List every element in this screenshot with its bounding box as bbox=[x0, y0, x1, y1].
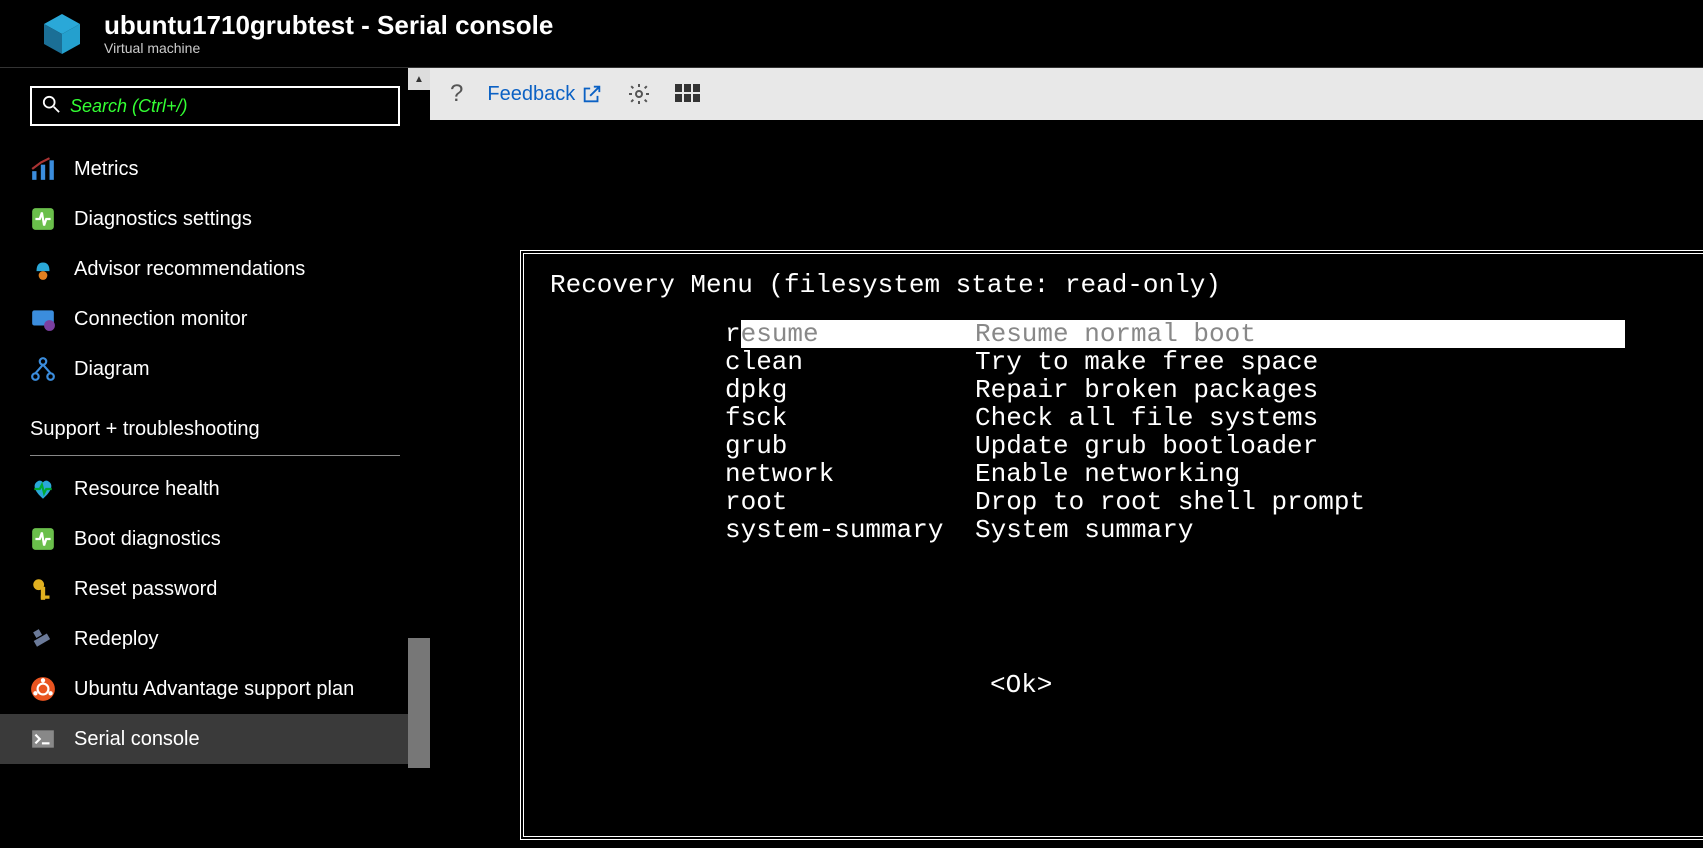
recovery-menu-title: Recovery Menu (filesystem state: read-on… bbox=[550, 270, 1221, 300]
recovery-menu-item[interactable]: resumeResume normal boot bbox=[725, 320, 1625, 348]
sidebar-item-diagnostics-settings[interactable]: Diagnostics settings bbox=[0, 194, 430, 244]
ubuntu-icon bbox=[30, 676, 56, 702]
sidebar-item-label: Reset password bbox=[74, 578, 217, 601]
menu-item-key: dpkg bbox=[725, 376, 975, 404]
recovery-menu-item[interactable]: networkEnable networking bbox=[725, 460, 1625, 488]
sidebar-item-redeploy[interactable]: Redeploy bbox=[0, 614, 430, 664]
settings-button[interactable] bbox=[627, 82, 651, 106]
sidebar-search[interactable] bbox=[30, 86, 400, 126]
sidebar-scrollbar[interactable]: ▲ bbox=[408, 68, 430, 848]
metrics-icon bbox=[30, 156, 56, 182]
recovery-menu-item[interactable]: cleanTry to make free space bbox=[725, 348, 1625, 376]
sidebar-item-label: Diagram bbox=[74, 358, 150, 381]
scroll-up-icon[interactable]: ▲ bbox=[408, 68, 430, 90]
help-button[interactable]: ? bbox=[450, 80, 463, 108]
divider bbox=[30, 455, 400, 456]
feedback-button[interactable]: Feedback bbox=[487, 83, 603, 106]
recovery-menu-item[interactable]: rootDrop to root shell prompt bbox=[725, 488, 1625, 516]
sidebar-item-label: Metrics bbox=[74, 158, 138, 181]
keyboard-icon bbox=[675, 84, 701, 104]
gear-icon bbox=[627, 82, 651, 106]
page-title: ubuntu1710grubtest - Serial console bbox=[104, 11, 553, 40]
menu-item-desc: Try to make free space bbox=[975, 348, 1625, 376]
sidebar-item-boot-diagnostics[interactable]: Boot diagnostics bbox=[0, 514, 430, 564]
menu-item-desc: Update grub bootloader bbox=[975, 432, 1625, 460]
menu-item-desc: System summary bbox=[975, 516, 1625, 544]
sidebar-item-label: Ubuntu Advantage support plan bbox=[74, 678, 354, 701]
sidebar-item-resource-health[interactable]: Resource health bbox=[0, 464, 430, 514]
menu-item-desc: Check all file systems bbox=[975, 404, 1625, 432]
feedback-label: Feedback bbox=[487, 83, 575, 106]
sidebar-item-diagram[interactable]: Diagram bbox=[0, 344, 430, 394]
menu-item-desc: Repair broken packages bbox=[975, 376, 1625, 404]
menu-item-key: system-summary bbox=[725, 516, 975, 544]
sidebar-item-advisor[interactable]: Advisor recommendations bbox=[0, 244, 430, 294]
resource-health-icon bbox=[30, 476, 56, 502]
search-input[interactable] bbox=[70, 96, 388, 117]
ok-button[interactable]: <Ok> bbox=[990, 670, 1052, 700]
diagnostics-icon bbox=[30, 206, 56, 232]
serial-console-output[interactable]: Recovery Menu (filesystem state: read-on… bbox=[430, 120, 1703, 848]
sidebar-item-label: Resource health bbox=[74, 478, 220, 501]
sidebar-item-label: Boot diagnostics bbox=[74, 528, 221, 551]
nav-list: Metrics Diagnostics settings Advisor rec… bbox=[0, 138, 430, 770]
recovery-menu-item[interactable]: dpkgRepair broken packages bbox=[725, 376, 1625, 404]
scroll-thumb[interactable] bbox=[408, 638, 430, 768]
recovery-menu-item[interactable]: system-summarySystem summary bbox=[725, 516, 1625, 544]
sidebar-item-connection-monitor[interactable]: Connection monitor bbox=[0, 294, 430, 344]
menu-item-key: fsck bbox=[725, 404, 975, 432]
terminal-icon bbox=[30, 726, 56, 752]
sidebar-item-ubuntu-advantage[interactable]: Ubuntu Advantage support plan bbox=[0, 664, 430, 714]
menu-item-desc: Resume normal boot bbox=[975, 320, 1625, 348]
diagram-icon bbox=[30, 356, 56, 382]
sidebar-item-label: Connection monitor bbox=[74, 308, 247, 331]
advisor-icon bbox=[30, 256, 56, 282]
external-link-icon bbox=[581, 83, 603, 105]
keyboard-button[interactable] bbox=[675, 84, 701, 104]
sidebar-item-metrics[interactable]: Metrics bbox=[0, 144, 430, 194]
recovery-menu-list[interactable]: resumeResume normal bootcleanTry to make… bbox=[725, 320, 1625, 544]
menu-item-desc: Enable networking bbox=[975, 460, 1625, 488]
sidebar: « Metrics Diagnost bbox=[0, 68, 430, 848]
recovery-menu-item[interactable]: fsckCheck all file systems bbox=[725, 404, 1625, 432]
main-panel: ? Feedback Recovery Menu (filesystem sta… bbox=[430, 68, 1703, 848]
sidebar-item-label: Diagnostics settings bbox=[74, 208, 252, 231]
menu-item-key: resume bbox=[725, 320, 975, 348]
menu-item-key: network bbox=[725, 460, 975, 488]
vm-cube-icon bbox=[40, 12, 84, 56]
sidebar-item-label: Serial console bbox=[74, 728, 200, 751]
menu-item-key: root bbox=[725, 488, 975, 516]
search-icon bbox=[42, 95, 70, 118]
menu-item-key: clean bbox=[725, 348, 975, 376]
page-header: ubuntu1710grubtest - Serial console Virt… bbox=[0, 0, 1703, 68]
sidebar-item-serial-console[interactable]: Serial console bbox=[0, 714, 430, 764]
sidebar-item-reset-password[interactable]: Reset password bbox=[0, 564, 430, 614]
sidebar-item-label: Advisor recommendations bbox=[74, 258, 305, 281]
sidebar-section-title: Support + troubleshooting bbox=[0, 394, 430, 449]
redeploy-icon bbox=[30, 626, 56, 652]
toolbar: ? Feedback bbox=[430, 68, 1703, 120]
menu-item-key: grub bbox=[725, 432, 975, 460]
sidebar-item-label: Redeploy bbox=[74, 628, 159, 651]
recovery-menu-item[interactable]: grubUpdate grub bootloader bbox=[725, 432, 1625, 460]
page-subtitle: Virtual machine bbox=[104, 40, 553, 56]
connection-monitor-icon bbox=[30, 306, 56, 332]
menu-item-desc: Drop to root shell prompt bbox=[975, 488, 1625, 516]
key-icon bbox=[30, 576, 56, 602]
boot-diagnostics-icon bbox=[30, 526, 56, 552]
